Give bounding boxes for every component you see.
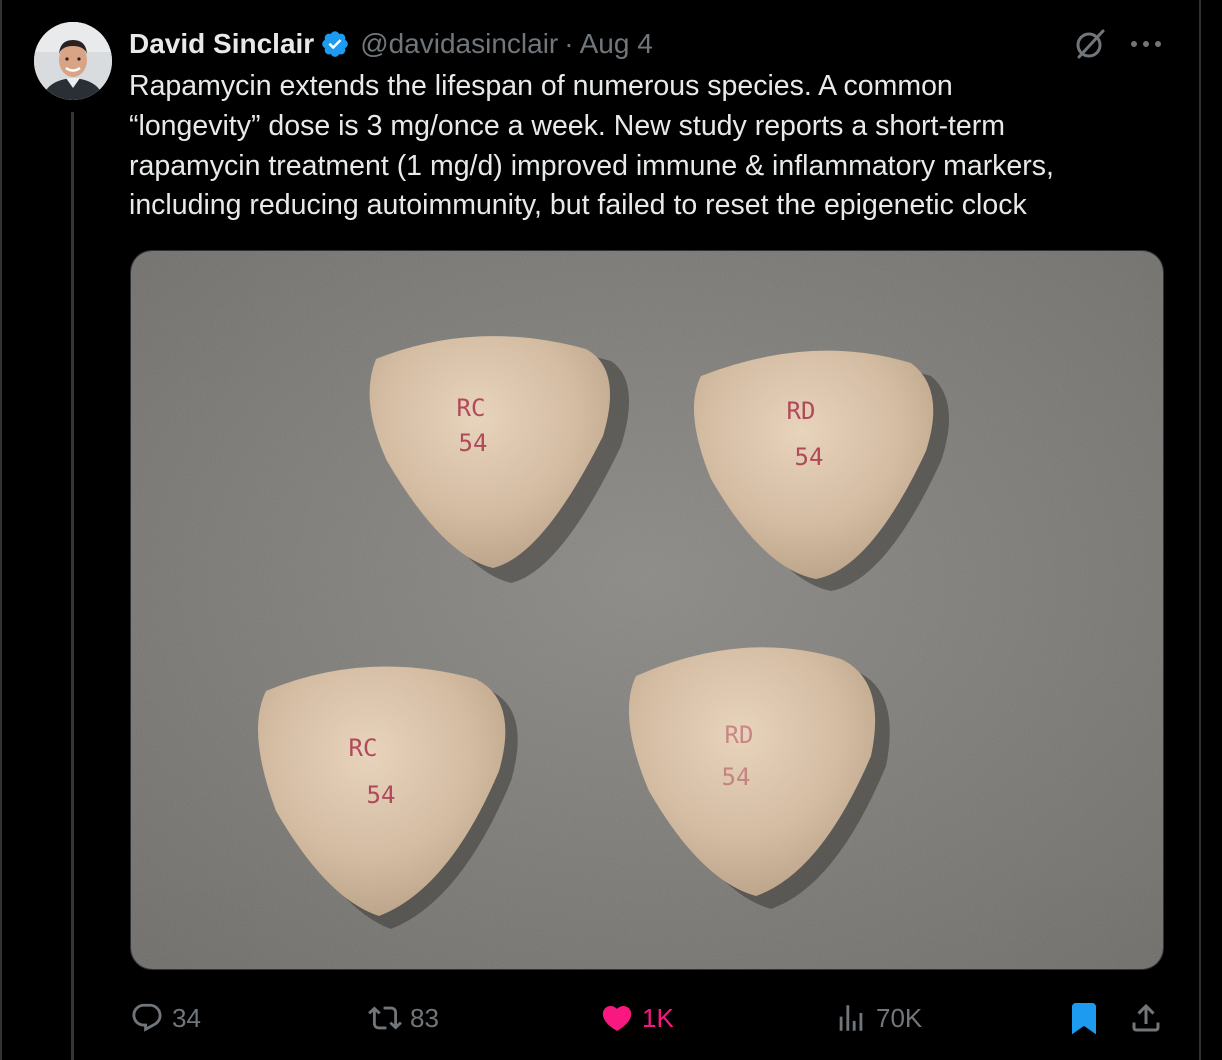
views-button[interactable]: 70K <box>834 990 922 1046</box>
share-button[interactable] <box>1128 990 1164 1046</box>
more-dots-icon[interactable] <box>1126 26 1166 62</box>
thread-connector-line <box>71 112 74 1060</box>
pill-imprint: 54 <box>367 781 396 809</box>
like-button[interactable]: 1K <box>600 990 674 1046</box>
heart-icon <box>602 1005 632 1031</box>
pill-imprint: RD <box>787 397 816 425</box>
tweet-text-line: Rapamycin extends the lifespan of numero… <box>129 70 953 102</box>
repost-button[interactable]: 83 <box>368 990 439 1046</box>
timeline-border-right <box>1199 0 1201 1060</box>
reply-count: 34 <box>172 1002 201 1033</box>
pills-photo: RC 54 RD 54 RC 54 RD 54 <box>131 251 1163 969</box>
pill-imprint: RC <box>457 394 486 422</box>
tweet-text: Rapamycin extends the lifespan of numero… <box>129 67 1169 226</box>
tweet-text-line: “longevity” dose is 3 mg/once a week. Ne… <box>129 109 1005 142</box>
bookmark-button[interactable] <box>1066 990 1102 1046</box>
avatar-photo-icon <box>34 22 112 100</box>
tweet-text-line: rapamycin treatment (1 mg/d) improved im… <box>129 149 1054 182</box>
views-chart-icon <box>839 1005 863 1031</box>
header-separator: · <box>564 28 574 59</box>
pill-imprint: 54 <box>459 429 488 457</box>
views-count: 70K <box>876 1002 923 1033</box>
tweet-media-photo[interactable]: RC 54 RD 54 RC 54 RD 54 <box>130 250 1164 970</box>
like-count: 1K <box>642 1002 674 1033</box>
share-icon <box>1132 1003 1160 1032</box>
tweet-header: David Sinclair @davidasinclair · Aug 4 <box>129 24 653 64</box>
pill-imprint: RC <box>349 734 378 762</box>
reply-icon <box>132 1003 162 1032</box>
grok-icon[interactable] <box>1070 26 1110 62</box>
author-name[interactable]: David Sinclair <box>129 28 314 60</box>
repost-count: 83 <box>410 1002 439 1033</box>
author-avatar[interactable] <box>34 22 112 100</box>
repost-icon <box>368 1006 402 1030</box>
pill-imprint: RD <box>725 721 754 749</box>
pill-imprint: 54 <box>722 763 751 791</box>
verified-badge-icon[interactable] <box>320 29 350 59</box>
tweet-card[interactable]: David Sinclair @davidasinclair · Aug 4 R… <box>0 0 1222 1060</box>
tweet-text-line: including reducing autoimmunity, but fai… <box>129 189 1027 222</box>
tweet-date[interactable]: Aug 4 <box>580 28 653 60</box>
timeline-border-left <box>0 0 2 1060</box>
author-handle[interactable]: @davidasinclair <box>360 28 558 60</box>
tweet-action-bar: 34 83 1K 70K <box>0 990 1222 1046</box>
pill-imprint: 54 <box>795 443 824 471</box>
bookmark-icon <box>1072 1003 1096 1035</box>
reply-button[interactable]: 34 <box>130 990 201 1046</box>
